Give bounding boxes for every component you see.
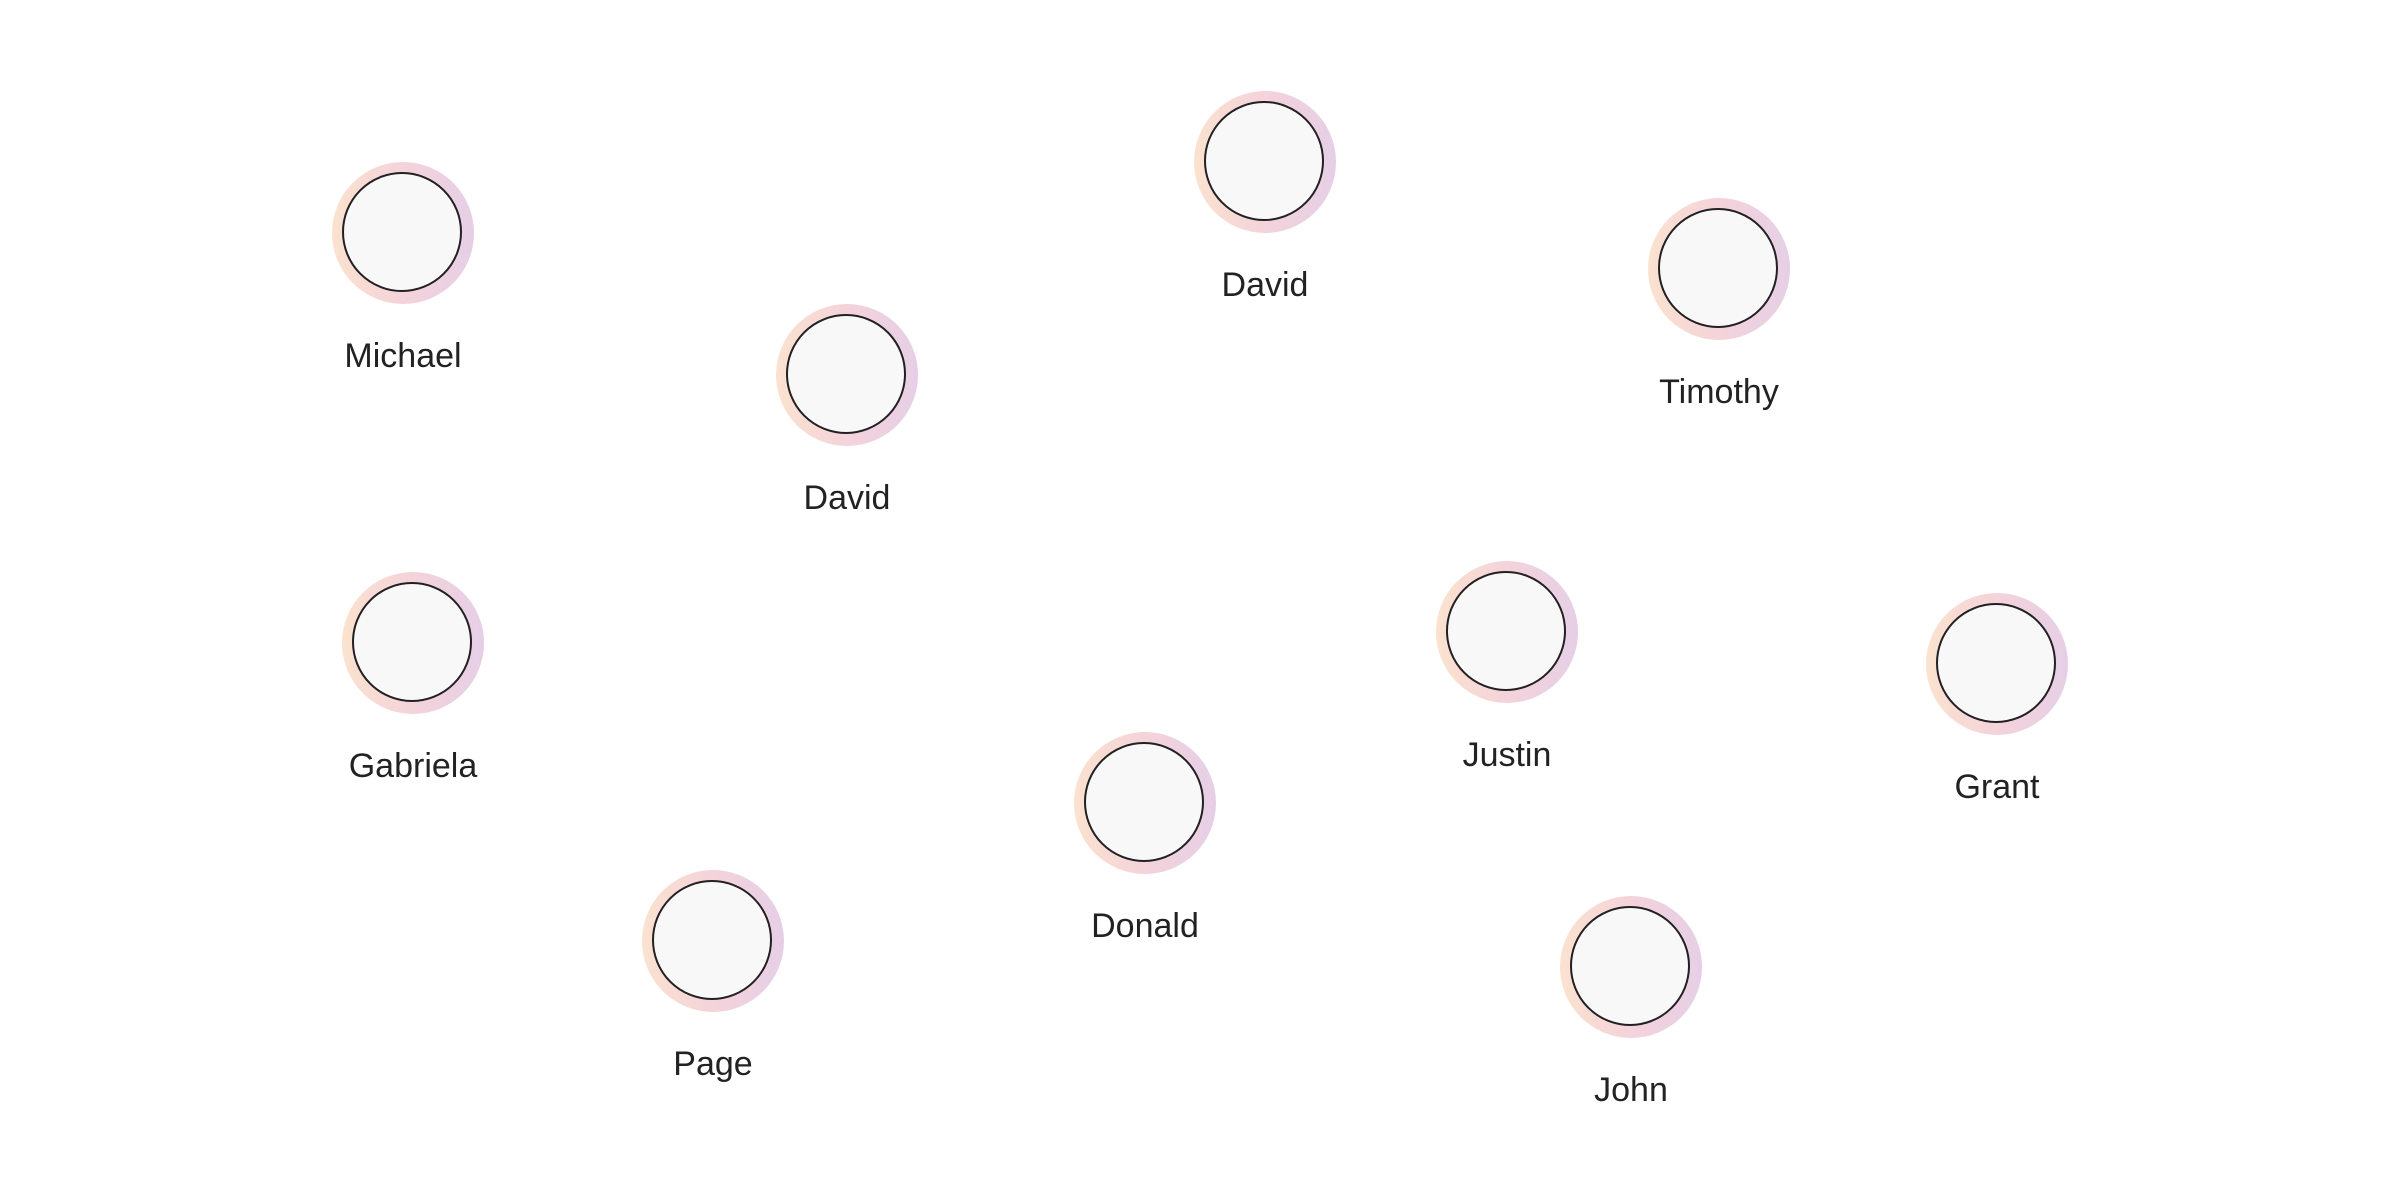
avatar-ring — [1648, 198, 1790, 340]
node-david[interactable]: David — [1165, 91, 1365, 311]
node-david[interactable]: David — [747, 304, 947, 524]
avatar-ring — [332, 162, 474, 304]
avatar-circle[interactable] — [1936, 603, 2056, 723]
node-gabriela[interactable]: Gabriela — [313, 572, 513, 792]
node-label: John — [1594, 1071, 1668, 1109]
node-michael[interactable]: Michael — [303, 162, 503, 382]
avatar-circle[interactable] — [1084, 742, 1204, 862]
node-donald[interactable]: Donald — [1045, 732, 1245, 952]
avatar-circle[interactable] — [1658, 208, 1778, 328]
node-label: Grant — [1954, 768, 2040, 806]
node-timothy[interactable]: Timothy — [1619, 198, 1819, 418]
diagram-canvas: Michael David David Timothy Gabriela Jus… — [0, 0, 2400, 1200]
node-label: David — [1221, 266, 1309, 304]
node-label: Page — [673, 1045, 753, 1083]
avatar-circle[interactable] — [1570, 906, 1690, 1026]
avatar-ring — [342, 572, 484, 714]
avatar-circle[interactable] — [652, 880, 772, 1000]
avatar-circle[interactable] — [342, 172, 462, 292]
node-label: David — [803, 479, 891, 517]
avatar-ring — [776, 304, 918, 446]
avatar-ring — [1560, 896, 1702, 1038]
node-justin[interactable]: Justin — [1407, 561, 1607, 781]
node-label: Justin — [1462, 736, 1552, 774]
avatar-ring — [1436, 561, 1578, 703]
avatar-circle[interactable] — [1446, 571, 1566, 691]
avatar-ring — [642, 870, 784, 1012]
avatar-circle[interactable] — [1204, 101, 1324, 221]
node-grant[interactable]: Grant — [1897, 593, 2097, 813]
avatar-circle[interactable] — [786, 314, 906, 434]
avatar-circle[interactable] — [352, 582, 472, 702]
node-page[interactable]: Page — [613, 870, 813, 1090]
node-label: Michael — [344, 337, 462, 375]
avatar-ring — [1194, 91, 1336, 233]
avatar-ring — [1926, 593, 2068, 735]
node-label: Gabriela — [348, 747, 478, 785]
node-john[interactable]: John — [1531, 896, 1731, 1116]
node-label: Donald — [1091, 907, 1199, 945]
avatar-ring — [1074, 732, 1216, 874]
node-label: Timothy — [1659, 373, 1779, 411]
